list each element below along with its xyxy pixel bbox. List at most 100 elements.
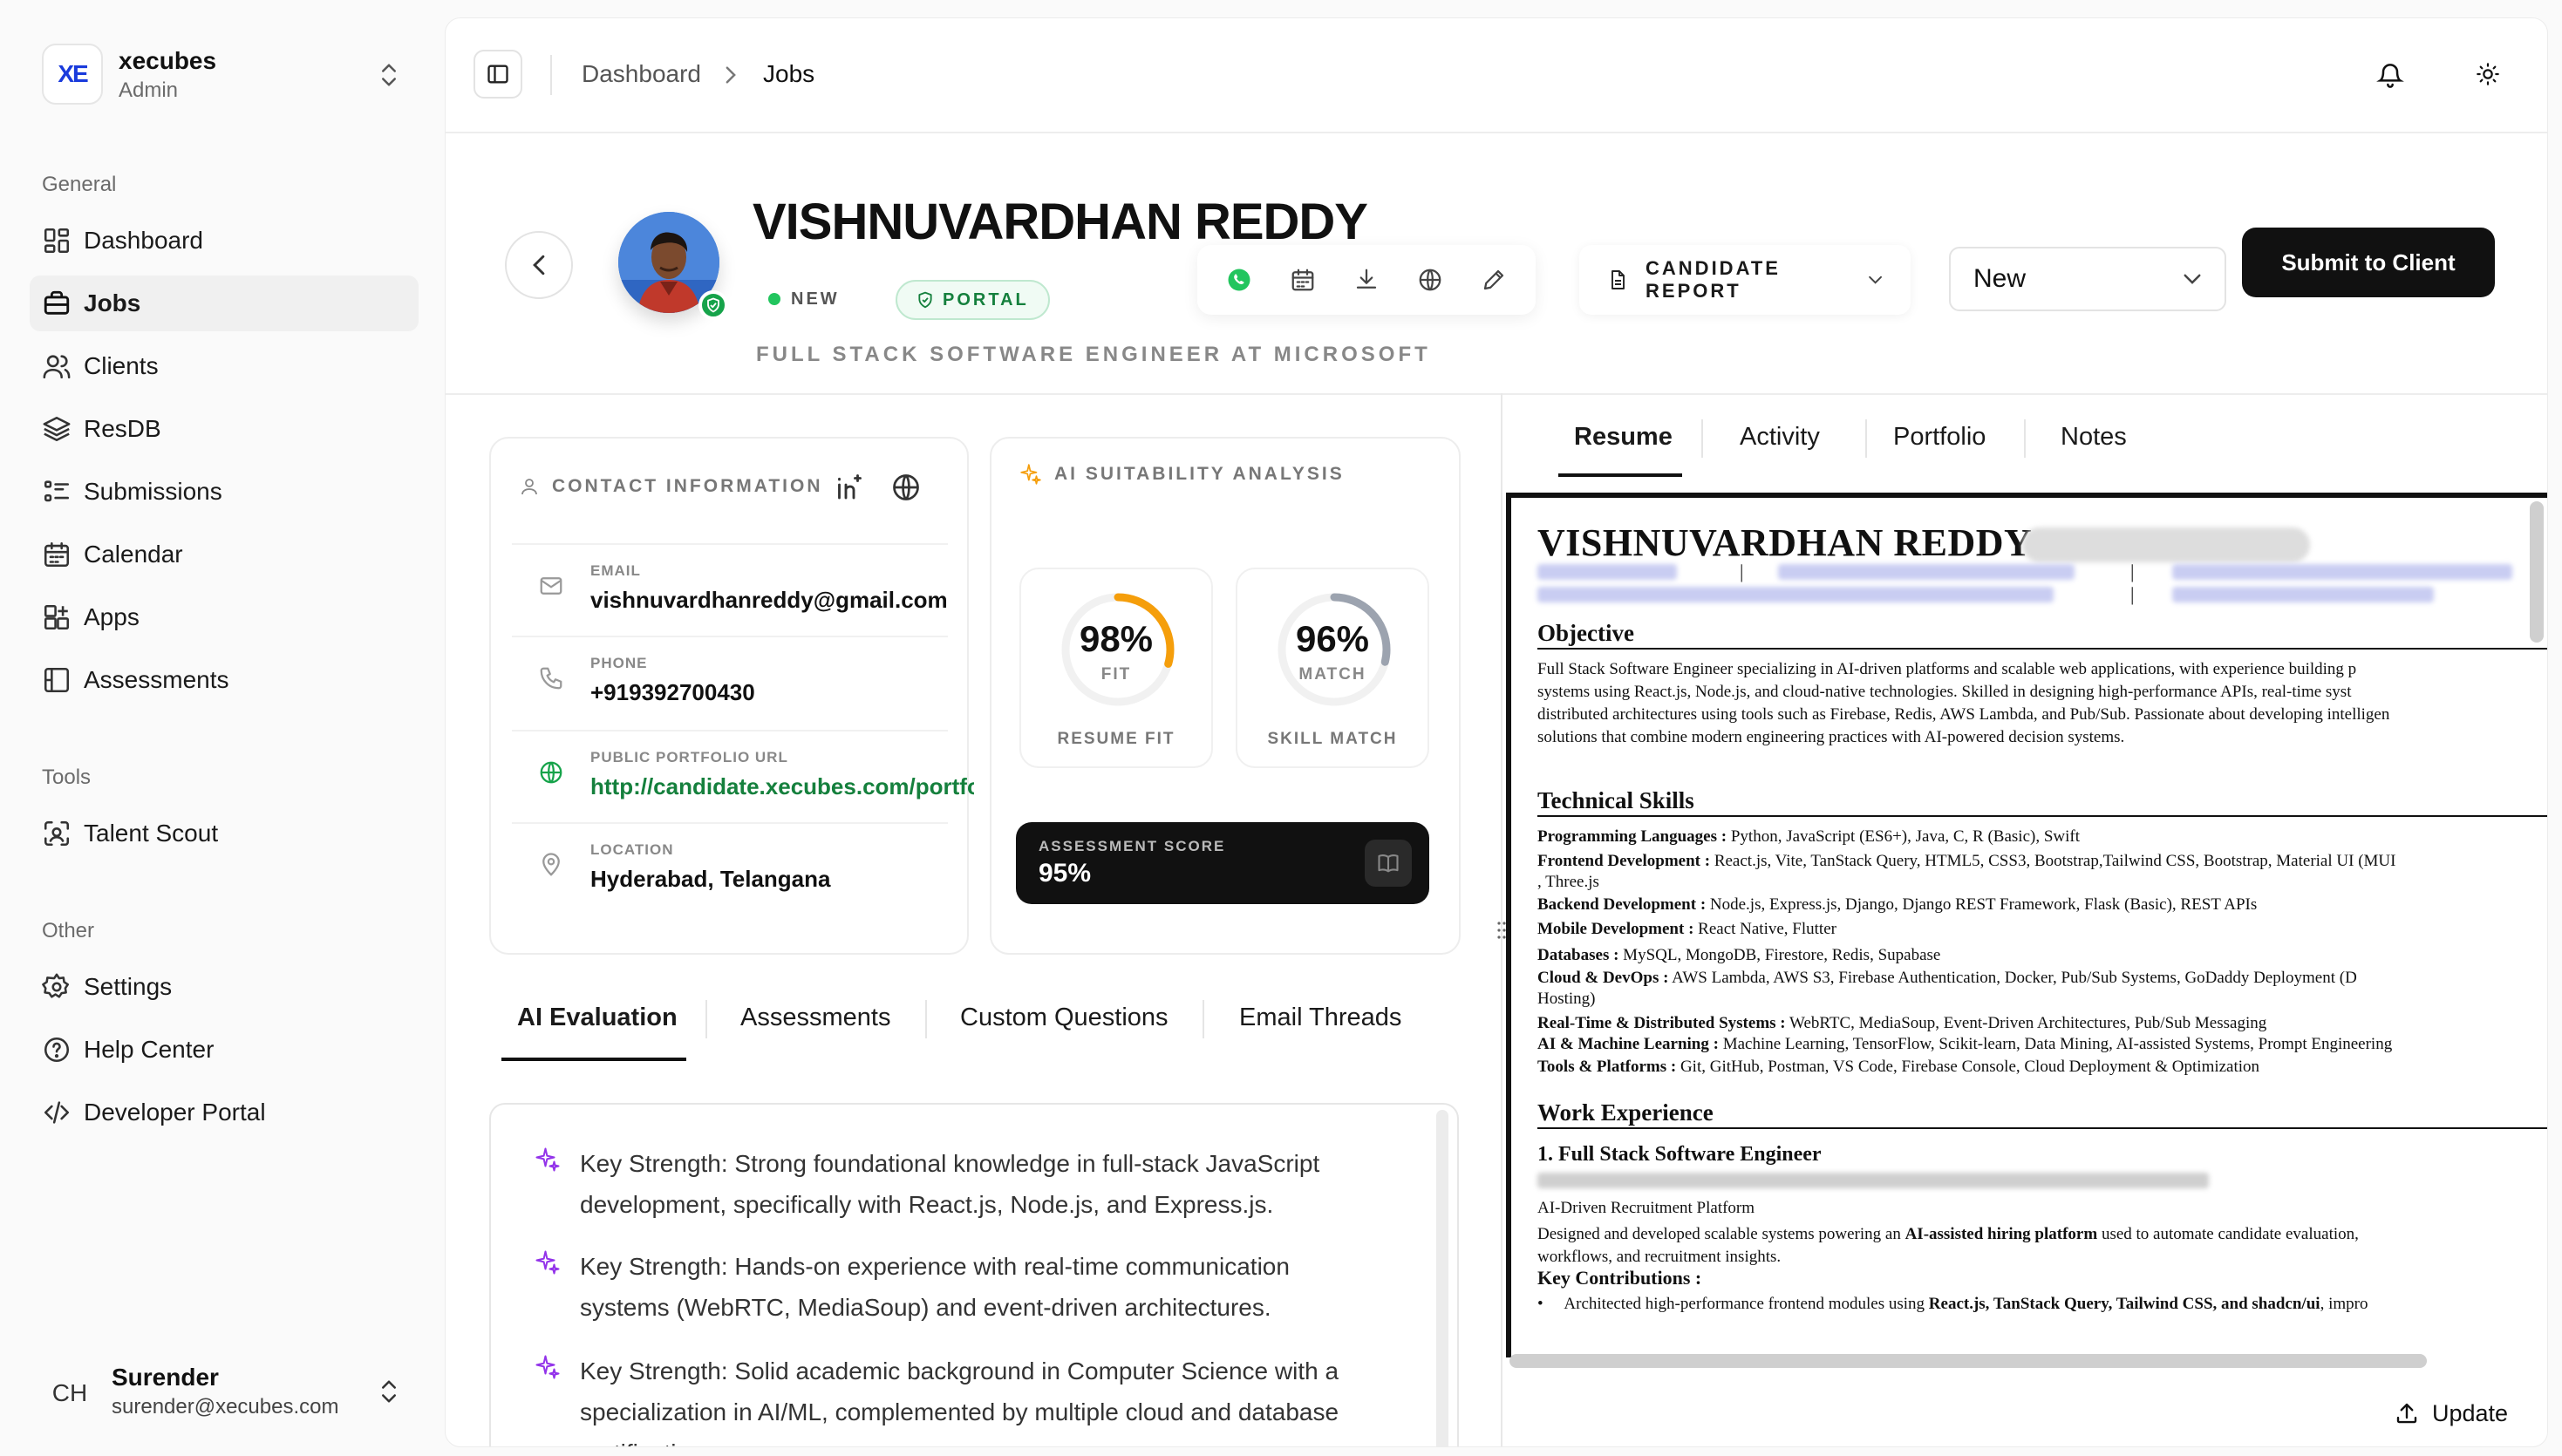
breadcrumb-root[interactable]: Dashboard [582,60,701,88]
contact-phone-row[interactable]: PHONE +919392700430 [512,636,948,719]
resume-line: Programming Languages : Python, JavaScri… [1537,826,2547,848]
layers-icon [43,416,71,442]
candidate-name: VISHNUVARDHAN REDDY [753,194,1368,250]
brand-logo[interactable]: XE [42,44,103,105]
help-icon [44,1037,70,1063]
sidebar-item-dashboard[interactable]: Dashboard [30,213,419,269]
candidate-report-button[interactable]: CANDIDATE REPORT [1579,245,1911,315]
tab-assessments[interactable]: Assessments [740,1004,890,1032]
sidebar-toggle-button[interactable] [474,50,522,99]
source-badge: PORTAL [896,280,1050,320]
submit-to-client-button[interactable]: Submit to Client [2242,228,2495,297]
contact-location-row: LOCATION Hyderabad, Telangana [512,822,948,906]
evaluation-scrollbar[interactable] [1436,1110,1448,1446]
skill-key: Backend Development : [1537,895,1707,914]
sidebar-item-help-center[interactable]: Help Center [30,1022,419,1078]
resume-line: Backend Development : Node.js, Express.j… [1537,894,2547,916]
sidebar-item-settings[interactable]: Settings [30,959,419,1015]
sidebar-item-talent-scout[interactable]: Talent Scout [30,806,419,861]
sidebar-item-clients[interactable]: Clients [30,338,419,394]
redacted-block [1537,1173,2209,1188]
code-icon [44,1101,70,1124]
theme-toggle-button[interactable] [2463,50,2512,99]
gear-icon [42,973,70,998]
tab-custom-questions[interactable]: Custom Questions [960,1004,1169,1032]
download-button[interactable] [1353,267,1380,293]
assessment-score-value: 95% [1039,859,1092,888]
resume-preview[interactable]: VISHNUVARDHAN REDDY | | | | | Objective … [1506,493,2547,1357]
resume-text: , impro [2320,1295,2368,1313]
tab-portfolio[interactable]: Portfolio [1893,423,1986,452]
skill-value: Hosting) [1537,990,1596,1008]
workspace-switcher-icon[interactable] [377,59,401,91]
skill-match-sub: MATCH [1298,665,1366,684]
sidebar-item-assessments[interactable]: Assessments [30,652,419,708]
breadcrumb-current[interactable]: Jobs [763,60,814,88]
web-button[interactable] [1417,267,1443,293]
resume-fit-label: RESUME FIT [1057,730,1175,748]
skill-match-label: SKILL MATCH [1267,730,1398,748]
verified-badge-icon [698,290,728,320]
sidebar-item-jobs[interactable]: Jobs [30,276,419,331]
resume-text-bold: AI-assisted hiring platform [1904,1225,2098,1243]
tab-activity[interactable]: Activity [1740,423,1820,452]
resume-document: VISHNUVARDHAN REDDY | | | | | Objective … [1537,520,2547,1313]
user-name[interactable]: Surender [112,1364,219,1391]
resume-work-heading: Work Experience [1537,1099,1714,1126]
resume-horizontal-scrollbar[interactable] [1509,1354,2427,1368]
back-button[interactable] [505,231,573,299]
section-title-tools: Tools [42,765,92,789]
active-tab-indicator [1558,473,1682,477]
tab-email-threads[interactable]: Email Threads [1239,1004,1401,1032]
contact-card-header: CONTACT INFORMATION [519,475,823,498]
section-title-other: Other [42,919,95,942]
candidate-report-label: CANDIDATE REPORT [1646,257,1781,302]
resume-vertical-scrollbar[interactable] [2530,501,2544,643]
sidebar-item-label: Clients [84,352,159,379]
resume-text-bold: React.js, TanStack Query, Tailwind CSS, … [1928,1295,2320,1313]
location-label: LOCATION [590,841,674,858]
sidebar-item-submissions[interactable]: Submissions [30,464,419,520]
skill-key: Frontend Development : [1537,852,1711,870]
tab-ai-evaluation[interactable]: AI Evaluation [517,1004,678,1032]
sidebar-item-label: Submissions [84,478,222,505]
resume-line: AI-Driven Recruitment Platform [1537,1199,1755,1217]
sidebar-item-developer-portal[interactable]: Developer Portal [30,1085,419,1140]
whatsapp-button[interactable] [1226,267,1252,293]
resume-line: Tools & Platforms : Git, GitHub, Postman… [1537,1056,2547,1078]
notifications-button[interactable] [2366,50,2415,99]
user-avatar[interactable]: CH [40,1364,99,1423]
sidebar-item-apps[interactable]: Apps [30,589,419,645]
sidebar-item-resdb[interactable]: ResDB [30,401,419,457]
brand-name[interactable]: xecubes [119,47,216,75]
globe-icon [1419,269,1441,291]
briefcase-icon [44,290,70,315]
evaluation-text: Key Strength: Strong foundational knowle… [580,1150,1320,1218]
contact-email-row[interactable]: EMAIL vishnuvardhanreddy@gmail.com [512,543,948,627]
pencil-icon [1483,269,1503,290]
tab-notes[interactable]: Notes [2061,423,2127,452]
resume-line: workflows, and recruitment insights. [1537,1248,1782,1266]
brand-role: Admin [119,78,179,102]
linkedin-button[interactable] [833,472,864,503]
main-panel: Dashboard Jobs VISHNUVARDHAN REDDY NEW P… [445,17,2548,1447]
status-select[interactable]: New [1949,247,2226,311]
list-icon [44,480,70,502]
update-resume-button[interactable]: Update [2394,1396,2508,1431]
portfolio-link[interactable]: http://candidate.xecubes.com/portfolio [590,773,974,800]
phone-value[interactable]: +919392700430 [590,679,974,706]
schedule-button[interactable] [1290,267,1316,293]
sidebar-item-calendar[interactable]: Calendar [30,527,419,582]
location-value: Hyderabad, Telangana [590,866,831,892]
user-menu-icon[interactable] [377,1376,401,1407]
divider [1537,815,2547,817]
website-button[interactable] [890,472,922,503]
status-badge-label: NEW [791,289,840,309]
contact-portfolio-row[interactable]: PUBLIC PORTFOLIO URL http://candidate.xe… [512,730,974,813]
edit-button[interactable] [1481,267,1507,293]
tab-resume[interactable]: Resume [1574,423,1673,452]
ai-evaluation-list: Key Strength: Strong foundational knowle… [489,1103,1459,1446]
assessment-details-button[interactable] [1365,840,1412,887]
email-value[interactable]: vishnuvardhanreddy@gmail.com [590,587,974,614]
ai-analysis-title: AI SUITABILITY ANALYSIS [1054,464,1345,484]
